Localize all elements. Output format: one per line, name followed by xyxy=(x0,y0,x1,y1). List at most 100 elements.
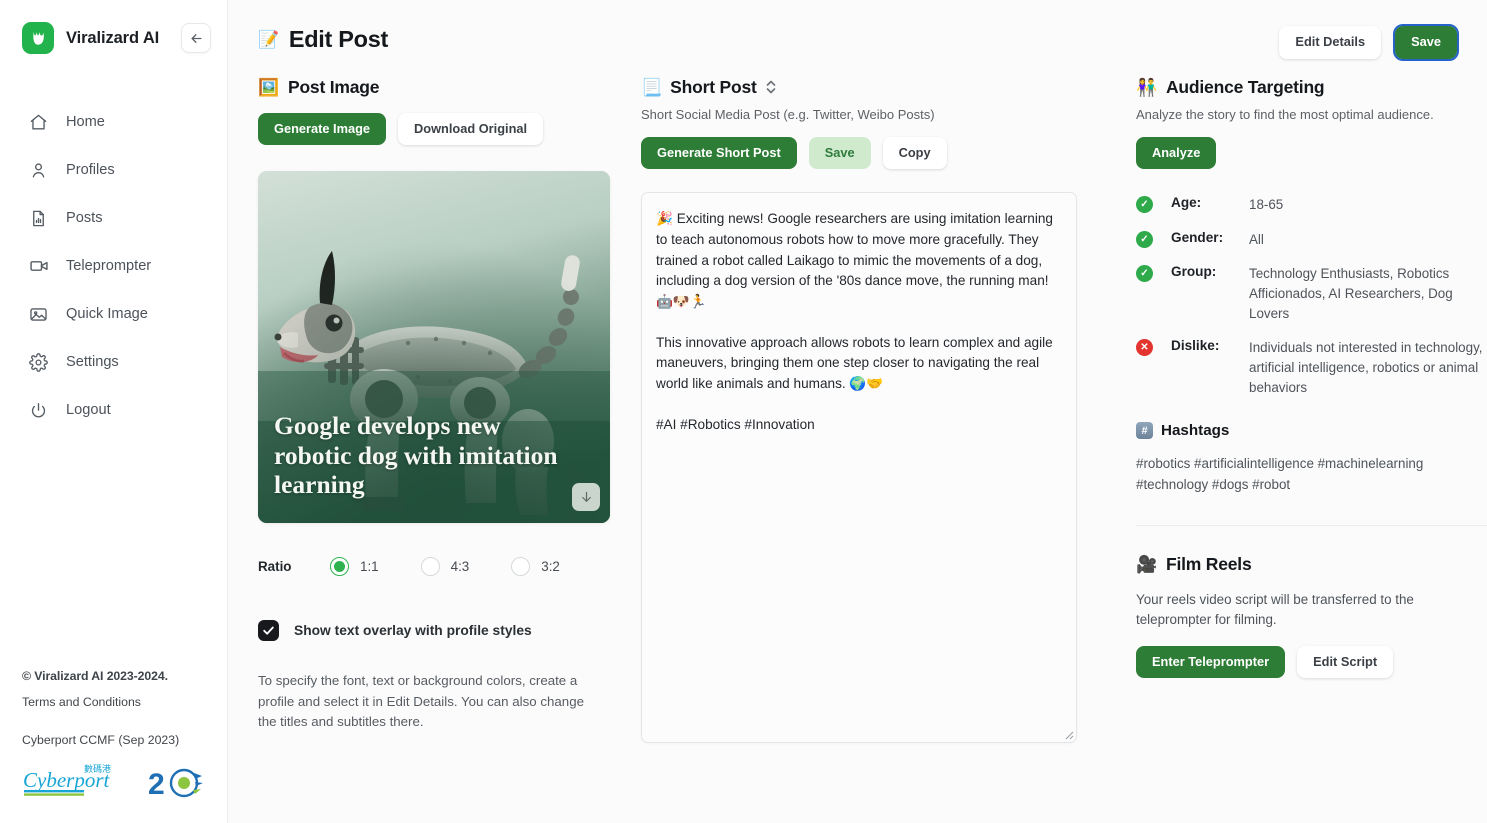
section-divider xyxy=(1136,525,1487,527)
ccmf-text: Cyberport CCMF (Sep 2023) xyxy=(22,733,180,747)
x-circle-icon: ✕ xyxy=(1136,338,1153,356)
ratio-option-4-3[interactable]: 4:3 xyxy=(420,557,469,577)
short-post-title: 📃 Short Post xyxy=(641,77,1110,98)
short-post-paragraph: This innovative approach allows robots t… xyxy=(656,334,1053,391)
audience-row-key: Gender: xyxy=(1171,229,1224,245)
sidebar-nav: Home Profiles Posts Teleprompter Quick I… xyxy=(0,98,227,434)
hashtags-title: # Hashtags xyxy=(1136,422,1487,440)
audience-results: ✓ Age: 18-65 ✓ Gender: All ✓ Group: Tech… xyxy=(1136,195,1487,398)
download-original-button[interactable]: Download Original xyxy=(398,112,544,146)
film-reels-title: 🎥 Film Reels xyxy=(1136,554,1487,575)
copyright-text: © Viralizard AI 2023-2024. xyxy=(22,669,168,683)
two-people-icon: 👫 xyxy=(1136,77,1157,97)
ratio-selector: Ratio 1:1 4:3 3:2 xyxy=(258,557,640,577)
image-download-button[interactable] xyxy=(572,483,600,512)
check-circle-icon: ✓ xyxy=(1136,264,1153,282)
page-header: 📝 Edit Post Edit Details Save xyxy=(228,0,1487,61)
chevron-updown-icon[interactable] xyxy=(765,78,777,96)
home-icon xyxy=(28,112,49,133)
analyze-button[interactable]: Analyze xyxy=(1136,136,1217,170)
sidebar-collapse-button[interactable] xyxy=(181,23,211,53)
short-post-textarea[interactable]: 🎉 Exciting news! Google researchers are … xyxy=(641,192,1077,744)
short-post-subtitle: Short Social Media Post (e.g. Twitter, W… xyxy=(641,106,935,122)
short-post-save-button[interactable]: Save xyxy=(808,136,871,170)
edit-script-button[interactable]: Edit Script xyxy=(1297,645,1394,679)
film-reels-actions: Enter Teleprompter Edit Script xyxy=(1136,645,1487,679)
svg-text:數碼港: 數碼港 xyxy=(84,763,111,774)
ratio-option-label: 1:1 xyxy=(360,559,379,575)
sidebar-item-quick-image[interactable]: Quick Image xyxy=(0,290,227,338)
app-logo-icon xyxy=(22,22,54,54)
ratio-option-3-2[interactable]: 3:2 xyxy=(511,557,560,577)
hash-symbol-icon: # xyxy=(1136,422,1153,440)
text-overlay-checkbox-label: Show text overlay with profile styles xyxy=(294,623,532,639)
download-arrow-icon xyxy=(581,491,591,502)
sidebar-item-teleprompter[interactable]: Teleprompter xyxy=(0,242,227,290)
radio-indicator[interactable] xyxy=(511,557,531,577)
ratio-option-1-1[interactable]: 1:1 xyxy=(330,557,379,577)
short-post-panel: 📃 Short Post Short Social Media Post (e.… xyxy=(640,77,1110,744)
arrow-left-icon xyxy=(191,33,201,43)
header-actions: Edit Details Save xyxy=(1279,24,1459,61)
radio-indicator[interactable] xyxy=(420,557,440,577)
framed-picture-icon: 🖼️ xyxy=(258,77,279,97)
user-icon xyxy=(28,160,49,181)
sidebar-item-label: Profiles xyxy=(66,162,115,178)
document-chart-icon xyxy=(28,208,49,229)
sidebar-item-label: Posts xyxy=(66,210,103,226)
save-button[interactable]: Save xyxy=(1393,24,1459,61)
audience-row-group: ✓ Group: Technology Enthusiasts, Robotic… xyxy=(1136,264,1487,324)
audience-row-dislike: ✕ Dislike: Individuals not interested in… xyxy=(1136,338,1487,398)
sidebar-item-profiles[interactable]: Profiles xyxy=(0,146,227,194)
post-image-help-text: To specify the font, text or background … xyxy=(258,673,584,729)
audience-row-value: All xyxy=(1249,231,1264,247)
post-image-title-text: Post Image xyxy=(287,76,380,97)
brand-name: Viralizard AI xyxy=(66,28,160,47)
check-icon xyxy=(263,627,274,636)
app-root: Viralizard AI Home Profiles Posts Telepr… xyxy=(0,0,1487,823)
sidebar-item-posts[interactable]: Posts xyxy=(0,194,227,242)
text-overlay-checkbox[interactable] xyxy=(258,620,279,642)
sidebar-item-home[interactable]: Home xyxy=(0,98,227,146)
generate-short-post-button[interactable]: Generate Short Post xyxy=(641,136,797,170)
sidebar-item-settings[interactable]: Settings xyxy=(0,338,227,386)
text-overlay-checkbox-row[interactable]: Show text overlay with profile styles xyxy=(258,620,640,642)
ratio-label: Ratio xyxy=(258,559,292,575)
post-image-panel: 🖼️ Post Image Generate Image Download Or… xyxy=(258,77,640,732)
sidebar-footer: © Viralizard AI 2023-2024. Terms and Con… xyxy=(0,669,227,823)
post-image-actions: Generate Image Download Original xyxy=(258,112,640,146)
resize-handle-icon[interactable] xyxy=(1062,728,1074,740)
check-circle-icon: ✓ xyxy=(1136,230,1153,248)
audience-row-value: Technology Enthusiasts, Robotics Afficio… xyxy=(1249,265,1453,321)
page-with-curl-icon: 📃 xyxy=(641,77,663,97)
cyberport-logo: Cyberport 數碼港 2 xyxy=(22,759,205,803)
generate-image-button[interactable]: Generate Image xyxy=(258,112,387,146)
sidebar-item-logout[interactable]: Logout xyxy=(0,386,227,434)
audience-targeting-title-text: Audience Targeting xyxy=(1165,76,1325,97)
audience-row-key: Group: xyxy=(1171,263,1217,279)
short-post-paragraph: #AI #Robotics #Innovation xyxy=(656,416,815,432)
terms-and-conditions-link[interactable]: Terms and Conditions xyxy=(22,695,205,709)
enter-teleprompter-button[interactable]: Enter Teleprompter xyxy=(1136,645,1286,679)
film-reels-description: Your reels video script will be transfer… xyxy=(1136,592,1414,628)
audience-row-key: Dislike: xyxy=(1171,337,1220,353)
image-overlay-title: Google develops new robotic dog with imi… xyxy=(274,411,558,500)
audience-description: Analyze the story to find the most optim… xyxy=(1136,106,1434,122)
radio-indicator[interactable] xyxy=(330,557,349,577)
short-post-copy-button[interactable]: Copy xyxy=(882,136,947,170)
audience-row-key: Age: xyxy=(1171,195,1202,211)
short-post-title-text: Short Post xyxy=(670,76,757,97)
audience-row-value: Individuals not interested in technology… xyxy=(1249,339,1483,396)
memo-icon: 📝 xyxy=(258,30,279,49)
video-camera-icon xyxy=(28,256,49,277)
svg-text:2: 2 xyxy=(148,768,165,801)
right-panel: 👫 Audience Targeting Analyze the story t… xyxy=(1110,77,1487,679)
edit-details-button[interactable]: Edit Details xyxy=(1279,26,1382,59)
sidebar-item-label: Settings xyxy=(66,354,119,370)
page-title: 📝 Edit Post xyxy=(258,26,388,53)
page-title-text: Edit Post xyxy=(288,26,389,52)
post-image-preview[interactable]: Google develops new robotic dog with imi… xyxy=(258,171,610,524)
power-icon xyxy=(28,400,49,421)
check-circle-icon: ✓ xyxy=(1136,196,1153,214)
audience-row-value: 18-65 xyxy=(1249,197,1284,213)
